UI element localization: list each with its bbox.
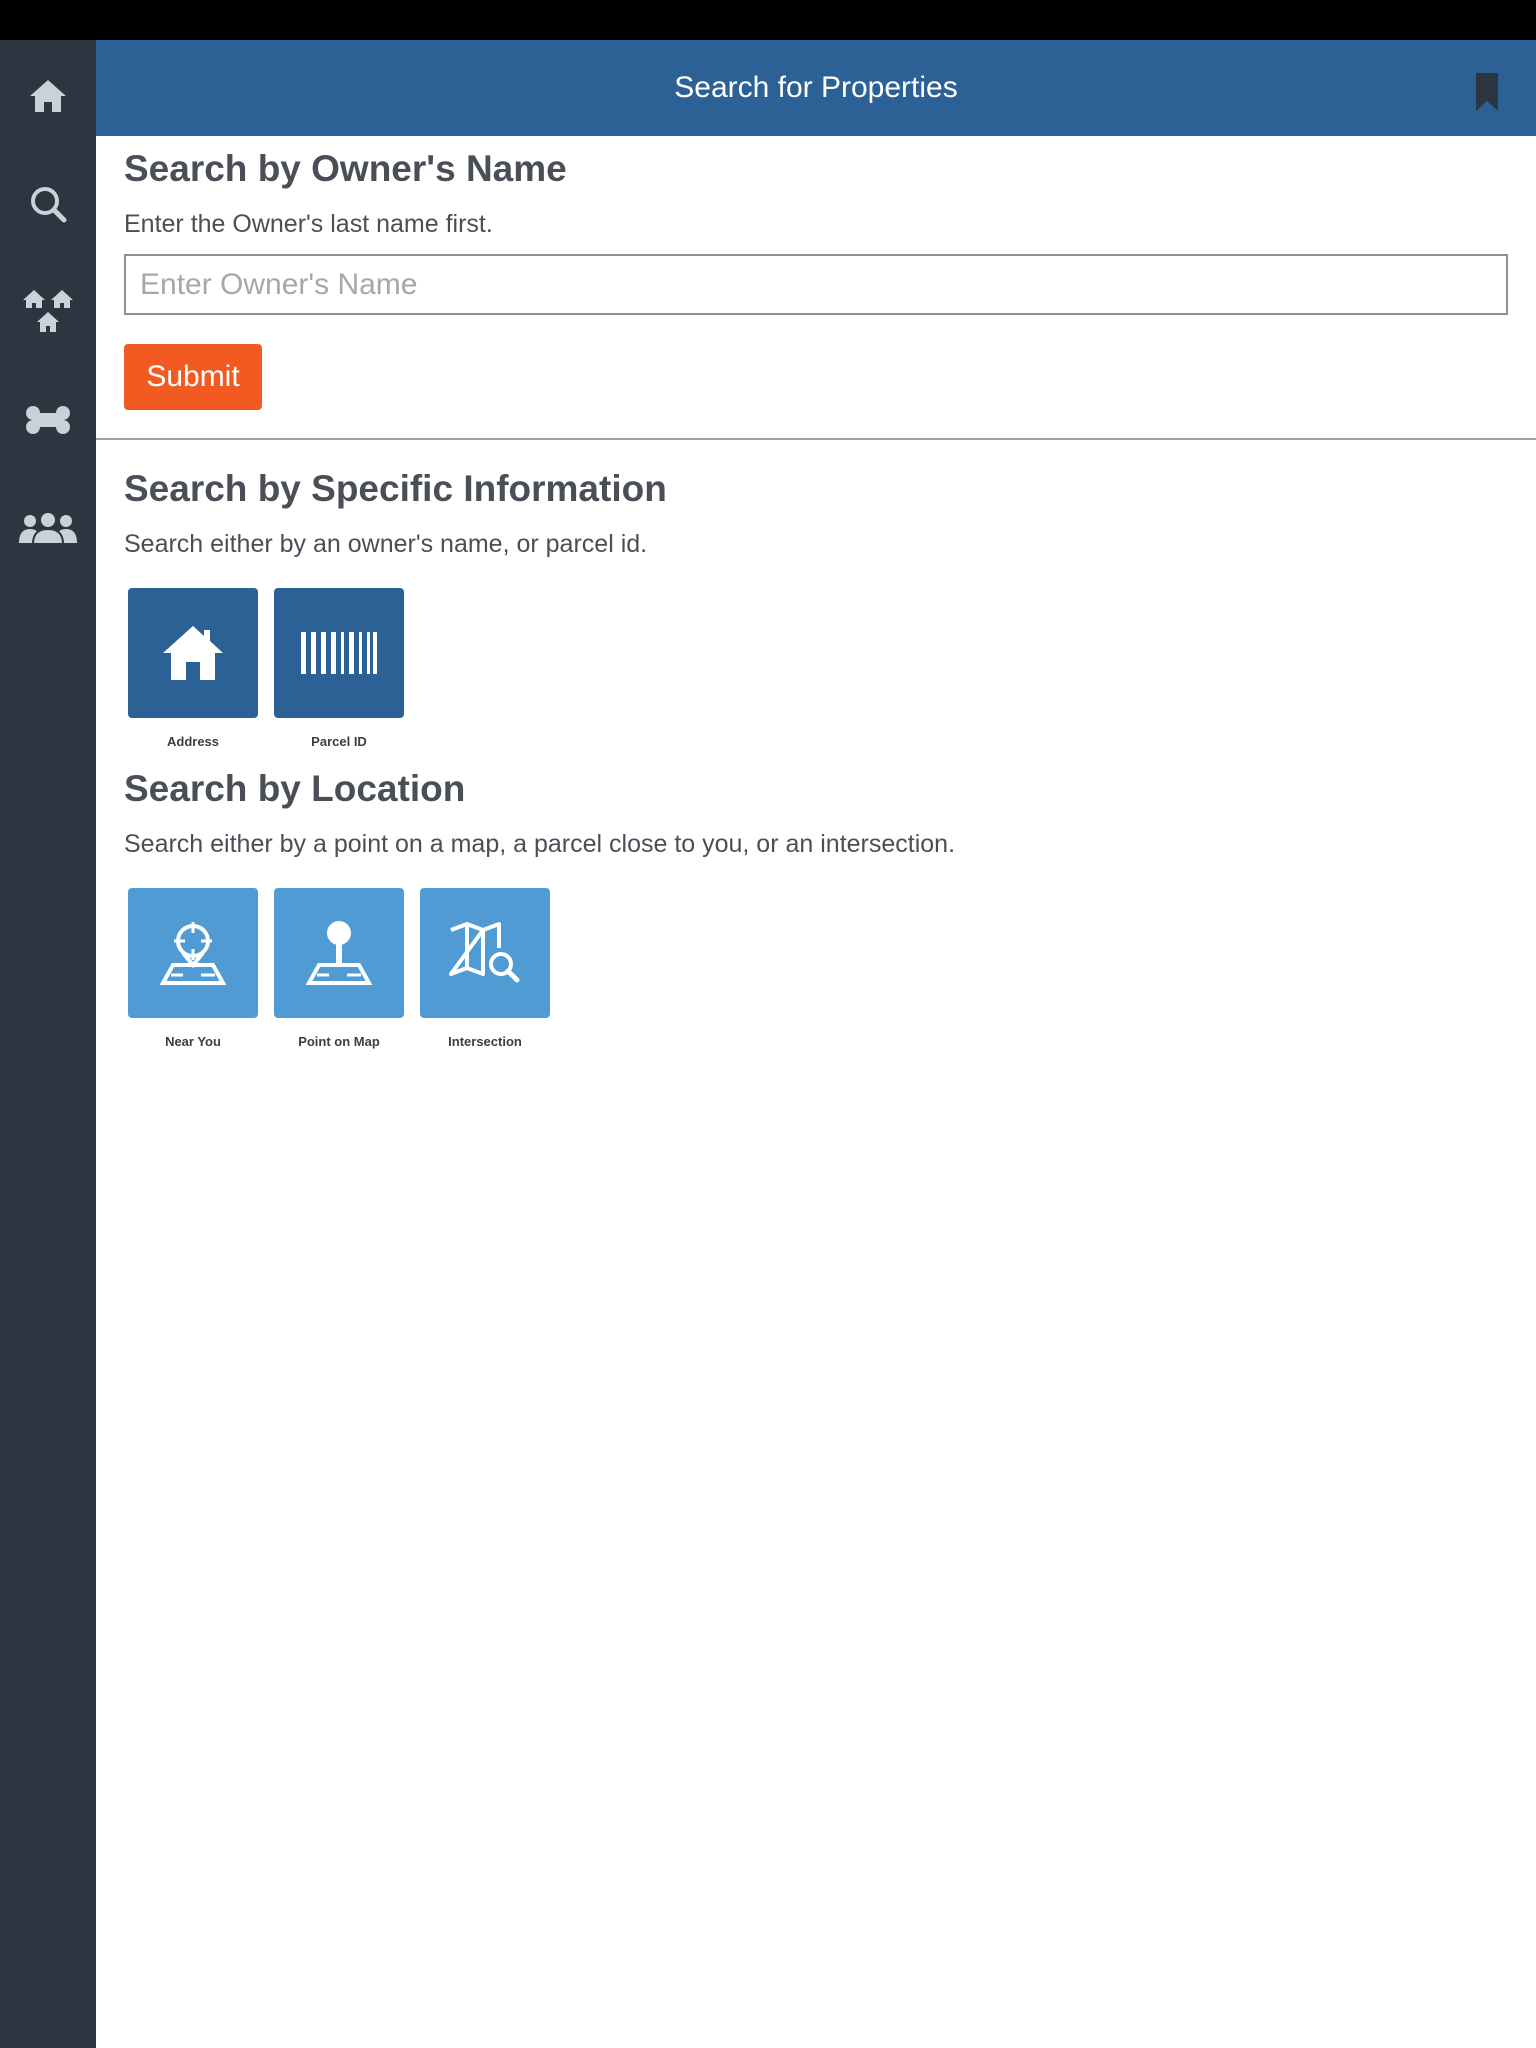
barcode-icon bbox=[301, 632, 377, 674]
point-on-map-tile-box bbox=[274, 888, 404, 1018]
point-on-map-tile-label: Point on Map bbox=[298, 1034, 380, 1049]
bone-icon bbox=[26, 406, 70, 434]
location-crosshair-icon bbox=[159, 922, 227, 985]
bookmark-icon[interactable] bbox=[1472, 72, 1502, 112]
page-title: Search for Properties bbox=[674, 71, 958, 104]
owner-search-heading: Search by Owner's Name bbox=[124, 148, 567, 189]
map-pin-icon bbox=[305, 921, 373, 985]
section-divider bbox=[96, 438, 1536, 440]
sidebar-item-neighborhood[interactable] bbox=[0, 264, 96, 360]
address-tile-box bbox=[128, 588, 258, 718]
top-bar: Search for Properties bbox=[96, 40, 1536, 136]
sidebar bbox=[0, 40, 96, 2048]
point-on-map-tile[interactable]: Point on Map bbox=[274, 888, 404, 1049]
owner-name-input[interactable] bbox=[124, 254, 1508, 315]
house-icon bbox=[163, 626, 223, 680]
specific-search-heading: Search by Specific Information bbox=[124, 468, 667, 509]
location-search-heading: Search by Location bbox=[124, 768, 466, 809]
location-search-description: Search either by a point on a map, a par… bbox=[124, 830, 956, 858]
sidebar-item-home[interactable] bbox=[0, 48, 96, 144]
address-tile[interactable]: Address bbox=[128, 588, 258, 749]
neighborhood-icon bbox=[23, 290, 73, 332]
intersection-tile-label: Intersection bbox=[448, 1034, 522, 1049]
near-you-tile-box bbox=[128, 888, 258, 1018]
parcel-id-tile-label: Parcel ID bbox=[311, 734, 367, 749]
near-you-tile[interactable]: Near You bbox=[128, 888, 258, 1049]
intersection-tile-box bbox=[420, 888, 550, 1018]
home-icon bbox=[30, 80, 66, 112]
group-icon bbox=[19, 511, 77, 545]
sidebar-item-search[interactable] bbox=[0, 156, 96, 252]
submit-button[interactable]: Submit bbox=[124, 344, 262, 410]
near-you-tile-label: Near You bbox=[165, 1034, 221, 1049]
intersection-tile[interactable]: Intersection bbox=[420, 888, 550, 1049]
owner-search-description: Enter the Owner's last name first. bbox=[124, 210, 493, 238]
sidebar-item-people[interactable] bbox=[0, 480, 96, 576]
map-search-icon bbox=[449, 922, 520, 983]
sidebar-item-pets[interactable] bbox=[0, 372, 96, 468]
specific-search-description: Search either by an owner's name, or par… bbox=[124, 530, 648, 558]
search-icon bbox=[31, 187, 67, 223]
address-tile-label: Address bbox=[166, 734, 220, 749]
parcel-id-tile-box bbox=[274, 588, 404, 718]
status-bar bbox=[0, 0, 1536, 40]
parcel-id-tile[interactable]: Parcel ID bbox=[274, 588, 404, 749]
